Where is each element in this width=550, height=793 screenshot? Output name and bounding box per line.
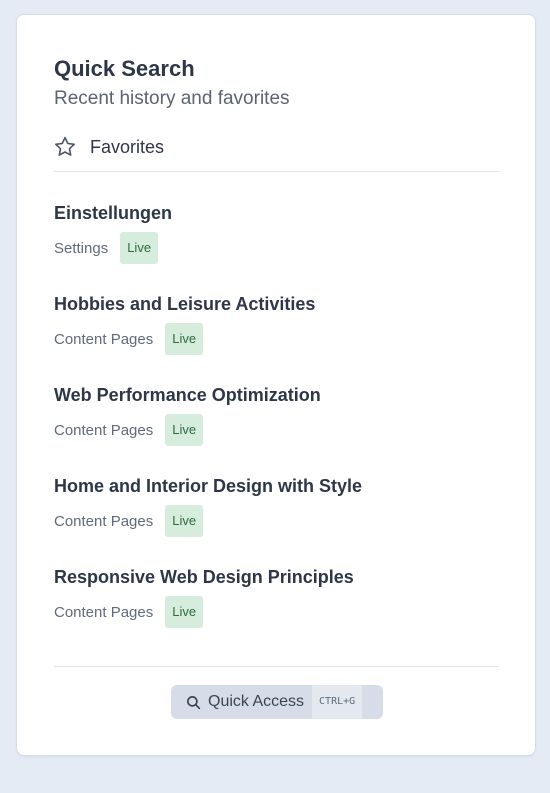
status-badge: Live [165,596,204,628]
star-icon [53,135,77,159]
status-badge: Live [165,323,204,355]
item-title: Einstellungen [54,203,173,223]
quick-search-panel: Quick Search Recent history and favorite… [16,14,536,756]
item-title: Hobbies and Leisure Activities [54,294,316,314]
status-badge: Live [165,414,204,446]
list-item[interactable]: Einstellungen Settings Live [54,202,499,293]
panel-subtitle: Recent history and favorites [54,88,290,109]
divider [54,171,499,172]
list-item[interactable]: Hobbies and Leisure Activities Content P… [54,293,499,384]
item-category: Content Pages [54,603,154,621]
search-icon [186,695,201,710]
favorites-header[interactable]: Favorites [53,135,164,159]
item-category: Content Pages [54,512,154,530]
status-badge: Live [120,232,159,264]
quick-access-button[interactable]: Quick Access CTRL+G [171,685,383,719]
panel-title: Quick Search [54,56,195,81]
favorites-list: Einstellungen Settings Live Hobbies and … [54,202,499,657]
item-title: Web Performance Optimization [54,385,321,405]
quick-access-label: Quick Access [208,693,305,710]
list-item[interactable]: Responsive Web Design Principles Content… [54,566,499,657]
keyboard-shortcut: CTRL+G [312,685,363,719]
item-category: Content Pages [54,330,154,348]
item-meta: Content Pages Live [54,596,204,628]
item-meta: Content Pages Live [54,505,204,537]
item-category: Settings [54,239,109,257]
favorites-label: Favorites [90,136,165,157]
item-meta: Content Pages Live [54,414,204,446]
item-title: Responsive Web Design Principles [54,567,354,587]
item-meta: Content Pages Live [54,323,204,355]
list-item[interactable]: Web Performance Optimization Content Pag… [54,384,499,475]
item-category: Content Pages [54,421,154,439]
status-badge: Live [165,505,204,537]
list-item[interactable]: Home and Interior Design with Style Cont… [54,475,499,566]
item-meta: Settings Live [54,232,159,264]
item-title: Home and Interior Design with Style [54,476,363,496]
divider [54,666,499,667]
